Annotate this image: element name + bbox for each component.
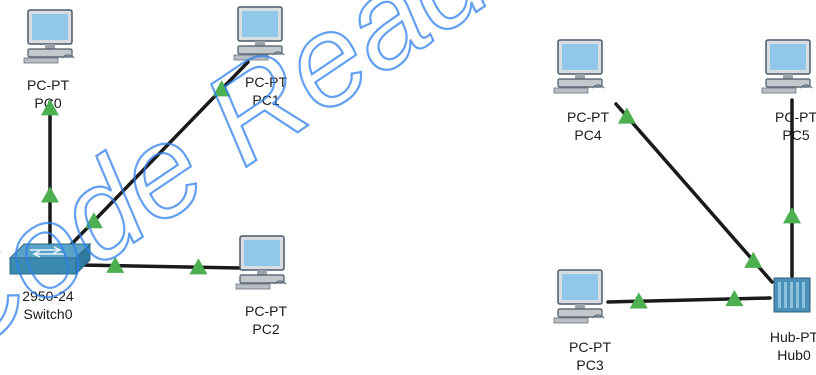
device-model-label: PC-PT	[567, 109, 609, 125]
pc-icon[interactable]	[235, 235, 287, 290]
link-up-indicator	[783, 207, 801, 224]
device-name-label: PC3	[576, 357, 603, 373]
device-name-label: PC2	[252, 321, 279, 337]
device-model-label: PC-PT	[245, 303, 287, 319]
device-model-label: PC-PT	[27, 77, 69, 93]
link-hub0-pc3[interactable]	[606, 296, 772, 304]
device-name-label: Hub0	[777, 347, 811, 363]
device-model-label: Hub-PT	[770, 329, 816, 345]
device-name-label: PC5	[782, 127, 809, 143]
pc-icon[interactable]	[23, 9, 75, 64]
pc-icon[interactable]	[553, 39, 605, 94]
device-model-label: PC-PT	[569, 339, 611, 355]
link-hub0-pc4[interactable]	[614, 102, 774, 284]
device-model-label: PC-PT	[775, 109, 816, 125]
pc-icon[interactable]	[553, 269, 605, 324]
hub-icon[interactable]	[773, 277, 811, 313]
network-topology-canvas: PC-PTPC0PC-PTPC1PC-PTPC22950-24Switch0PC…	[0, 0, 816, 375]
device-name-label: PC4	[574, 127, 601, 143]
pc-icon[interactable]	[761, 39, 813, 94]
watermark-text: Code Reader	[0, 0, 610, 375]
